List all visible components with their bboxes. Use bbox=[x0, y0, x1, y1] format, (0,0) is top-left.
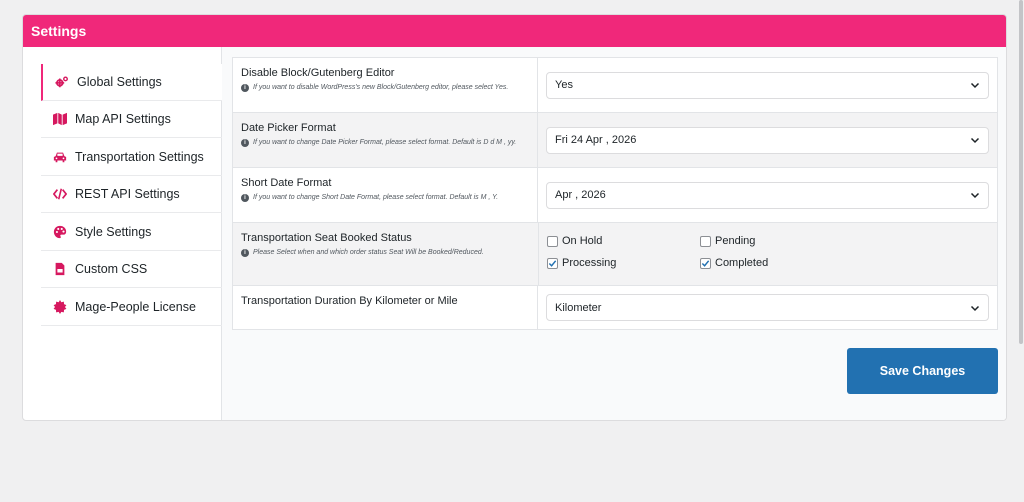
checkbox-label: Processing bbox=[562, 257, 617, 269]
setting-title: Transportation Duration By Kilometer or … bbox=[241, 295, 458, 307]
code-icon bbox=[51, 187, 69, 201]
setting-title: Transportation Seat Booked Status bbox=[241, 232, 412, 244]
sidebar-item-label: REST API Settings bbox=[75, 187, 180, 201]
setting-row-duration: Transportation Duration By Kilometer or … bbox=[233, 286, 997, 329]
sidebar-item-label: Global Settings bbox=[77, 75, 162, 89]
checkbox-box[interactable] bbox=[547, 235, 558, 247]
seat-status-checkboxes: On Hold Pending Processing Completed bbox=[547, 233, 850, 269]
select-value: Fri 24 Apr , 2026 bbox=[555, 134, 637, 146]
check-icon bbox=[701, 259, 710, 267]
sidebar-item-rest-api-settings[interactable]: REST API Settings bbox=[41, 176, 222, 213]
scrollbar-thumb[interactable] bbox=[1019, 0, 1023, 344]
setting-row-date-picker: Date Picker Format i If you want to chang… bbox=[233, 113, 997, 168]
car-icon bbox=[51, 150, 69, 164]
checkbox-pending[interactable]: Pending bbox=[700, 235, 850, 247]
settings-panel: Settings Global Settings Map API Setting… bbox=[22, 14, 1007, 421]
checkbox-processing[interactable]: Processing bbox=[547, 257, 700, 269]
sidebar-item-mage-people-license[interactable]: Mage-People License bbox=[41, 289, 222, 326]
chevron-down-icon bbox=[970, 190, 980, 200]
map-icon bbox=[51, 112, 69, 126]
sidebar-item-label: Custom CSS bbox=[75, 262, 148, 276]
setting-hint: i If you want to change Short Date Format… bbox=[241, 193, 529, 203]
setting-row-gutenberg: Disable Block/Gutenberg Editor i If you w… bbox=[233, 58, 997, 113]
select-value: Kilometer bbox=[555, 301, 602, 314]
checkbox-label: Pending bbox=[715, 235, 756, 247]
checkbox-box[interactable] bbox=[700, 235, 711, 247]
settings-table: Disable Block/Gutenberg Editor i If you w… bbox=[232, 57, 998, 330]
info-icon: i bbox=[241, 139, 249, 147]
sidebar-item-transportation-settings[interactable]: Transportation Settings bbox=[41, 139, 222, 176]
settings-content: Disable Block/Gutenberg Editor i If you w… bbox=[222, 47, 1006, 420]
date-picker-format-select[interactable]: Fri 24 Apr , 2026 bbox=[546, 126, 989, 154]
panel-header: Settings bbox=[23, 15, 1006, 47]
palette-icon bbox=[51, 225, 69, 239]
sidebar-item-label: Transportation Settings bbox=[75, 150, 204, 164]
setting-hint: i Please Select when and which order stat… bbox=[241, 248, 530, 258]
setting-title: Disable Block/Gutenberg Editor bbox=[241, 67, 395, 79]
settings-sidebar: Global Settings Map API Settings Transpo… bbox=[23, 47, 222, 420]
sidebar-item-global-settings[interactable]: Global Settings bbox=[41, 64, 222, 101]
chevron-down-icon bbox=[970, 303, 980, 313]
checkbox-label: Completed bbox=[715, 257, 769, 269]
sidebar-item-style-settings[interactable]: Style Settings bbox=[41, 214, 222, 251]
duration-unit-select[interactable]: Kilometer bbox=[546, 294, 989, 321]
css-file-icon bbox=[51, 262, 69, 276]
gutenberg-select[interactable]: Yes bbox=[546, 71, 989, 99]
select-value: Apr , 2026 bbox=[555, 189, 606, 201]
setting-row-short-date: Short Date Format i If you want to change… bbox=[233, 168, 997, 223]
setting-title: Date Picker Format bbox=[241, 122, 336, 134]
checkbox-label: On Hold bbox=[562, 235, 603, 247]
checkbox-box[interactable] bbox=[700, 257, 711, 269]
sidebar-item-label: Style Settings bbox=[75, 225, 152, 239]
chevron-down-icon bbox=[970, 80, 980, 90]
page-scrollbar[interactable] bbox=[1018, 0, 1024, 502]
checkbox-on-hold[interactable]: On Hold bbox=[547, 235, 700, 247]
cogs-icon bbox=[53, 75, 71, 89]
setting-title: Short Date Format bbox=[241, 177, 332, 189]
setting-row-seat-status: Transportation Seat Booked Status i Pleas… bbox=[233, 223, 997, 286]
sidebar-item-label: Map API Settings bbox=[75, 112, 171, 126]
setting-hint: i If you want to change Date Picker Forma… bbox=[241, 138, 529, 148]
info-icon: i bbox=[241, 84, 249, 92]
save-changes-button[interactable]: Save Changes bbox=[847, 348, 998, 394]
checkbox-box[interactable] bbox=[547, 257, 558, 269]
setting-hint: i If you want to disable WordPress's new … bbox=[241, 83, 529, 93]
info-icon: i bbox=[241, 194, 249, 202]
info-icon: i bbox=[241, 249, 249, 257]
short-date-format-select[interactable]: Apr , 2026 bbox=[546, 181, 989, 209]
sidebar-item-label: Mage-People License bbox=[75, 300, 196, 314]
sidebar-item-map-api-settings[interactable]: Map API Settings bbox=[41, 101, 222, 138]
certificate-icon bbox=[51, 300, 69, 314]
chevron-down-icon bbox=[970, 135, 980, 145]
checkbox-completed[interactable]: Completed bbox=[700, 257, 850, 269]
select-value: Yes bbox=[555, 79, 573, 91]
sidebar-item-custom-css[interactable]: Custom CSS bbox=[41, 251, 222, 288]
check-icon bbox=[548, 259, 557, 267]
panel-title: Settings bbox=[31, 23, 87, 39]
